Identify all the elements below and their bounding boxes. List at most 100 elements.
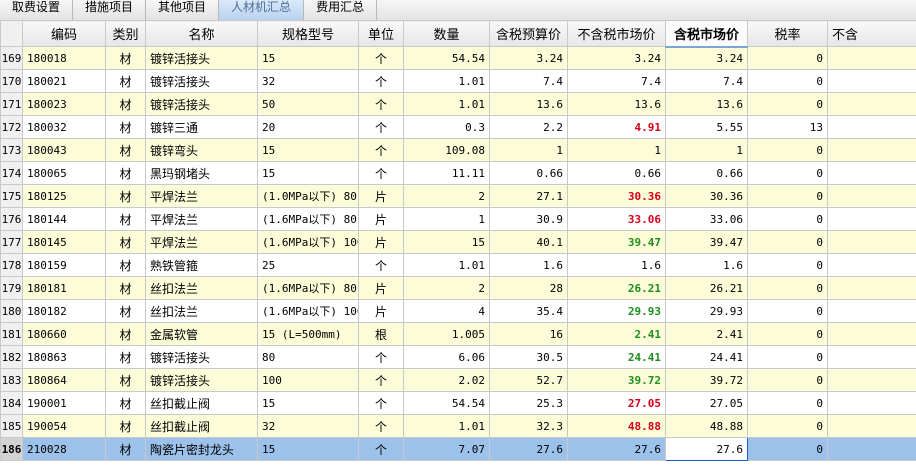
cell-name[interactable]: 平焊法兰 bbox=[145, 207, 258, 231]
cell-tax-rate[interactable]: 0 bbox=[747, 138, 828, 162]
cell-type[interactable]: 材 bbox=[105, 115, 146, 139]
cell-name[interactable]: 金属软管 bbox=[145, 322, 258, 346]
cell-type[interactable]: 材 bbox=[105, 276, 146, 300]
cell-net-market-price[interactable]: 39.72 bbox=[567, 368, 666, 392]
cell-net-market-price[interactable]: 1 bbox=[567, 138, 666, 162]
cell-name[interactable]: 平焊法兰 bbox=[145, 230, 258, 254]
cell-type[interactable]: 材 bbox=[105, 345, 146, 369]
cell-unit[interactable]: 个 bbox=[358, 92, 404, 116]
cell-code[interactable]: 180863 bbox=[22, 345, 106, 369]
col-header-market-price[interactable]: 含税市场价 bbox=[665, 20, 748, 48]
cell-spec[interactable]: (1.6MPa以下) 80 bbox=[257, 276, 359, 300]
row-number[interactable]: 183 bbox=[0, 368, 23, 392]
cell-market-price[interactable]: 7.4 bbox=[665, 69, 748, 93]
row-number[interactable]: 185 bbox=[0, 414, 23, 438]
cell-name[interactable]: 镀锌弯头 bbox=[145, 138, 258, 162]
cell-extra[interactable] bbox=[827, 207, 916, 231]
cell-tax-rate[interactable]: 0 bbox=[747, 368, 828, 392]
cell-extra[interactable] bbox=[827, 184, 916, 208]
table-row[interactable]: 179 180181 材丝扣法兰 (1.6MPa以下) 80 片 2 28 26.21 26.2… bbox=[0, 276, 916, 300]
tab-1[interactable]: 措施项目 bbox=[73, 0, 147, 20]
cell-tax-rate[interactable]: 0 bbox=[747, 69, 828, 93]
col-header-type[interactable]: 类别 bbox=[105, 20, 146, 47]
tab-0[interactable]: 取费设置 bbox=[0, 0, 74, 20]
table-row[interactable]: 178 180159 材熟铁管箍 25 个 1.01 1.6 1.6 1.6 0 bbox=[0, 253, 916, 277]
cell-tax-rate[interactable]: 0 bbox=[747, 345, 828, 369]
cell-type[interactable]: 材 bbox=[105, 437, 146, 461]
cell-net-market-price[interactable]: 0.66 bbox=[567, 161, 666, 185]
cell-quantity[interactable]: 1 bbox=[403, 207, 490, 231]
cell-code[interactable]: 180181 bbox=[22, 276, 106, 300]
cell-market-price[interactable]: 27.05 bbox=[665, 391, 748, 415]
cell-spec[interactable]: 80 bbox=[257, 345, 359, 369]
cell-name[interactable]: 镀锌活接头 bbox=[145, 69, 258, 93]
cell-quantity[interactable]: 109.08 bbox=[403, 138, 490, 162]
cell-spec[interactable]: (1.6MPa以下) 80 bbox=[257, 207, 359, 231]
table-row[interactable]: 181 180660 材金属软管 15 (L=500mm) 根 1.005 16 2.41 2.… bbox=[0, 322, 916, 346]
cell-quantity[interactable]: 54.54 bbox=[403, 391, 490, 415]
cell-code[interactable]: 180144 bbox=[22, 207, 106, 231]
table-row[interactable]: 180 180182 材丝扣法兰 (1.6MPa以下) 100 片 4 35.4 29.93 2… bbox=[0, 299, 916, 323]
cell-code[interactable]: 180182 bbox=[22, 299, 106, 323]
col-header-unit[interactable]: 单位 bbox=[358, 20, 404, 47]
cell-market-price[interactable]: 39.47 bbox=[665, 230, 748, 254]
cell-market-price[interactable]: 26.21 bbox=[665, 276, 748, 300]
tab-4[interactable]: 费用汇总 bbox=[304, 0, 378, 20]
cell-unit[interactable]: 个 bbox=[358, 368, 404, 392]
cell-quantity[interactable]: 1.01 bbox=[403, 414, 490, 438]
cell-quantity[interactable]: 1.01 bbox=[403, 253, 490, 277]
cell-spec[interactable]: 20 bbox=[257, 115, 359, 139]
cell-tax-rate[interactable]: 0 bbox=[747, 92, 828, 116]
cell-quantity[interactable]: 54.54 bbox=[403, 46, 490, 70]
cell-quantity[interactable]: 2 bbox=[403, 276, 490, 300]
cell-extra[interactable] bbox=[827, 437, 916, 461]
cell-market-price[interactable]: 5.55 bbox=[665, 115, 748, 139]
table-row[interactable]: 185 190054 材丝扣截止阀 32 个 1.01 32.3 48.88 48.88 0 bbox=[0, 414, 916, 438]
cell-code[interactable]: 180018 bbox=[22, 46, 106, 70]
cell-unit[interactable]: 个 bbox=[358, 46, 404, 70]
tab-2[interactable]: 其他项目 bbox=[146, 0, 220, 20]
cell-extra[interactable] bbox=[827, 253, 916, 277]
cell-type[interactable]: 材 bbox=[105, 414, 146, 438]
cell-budget-price[interactable]: 27.1 bbox=[489, 184, 568, 208]
cell-name[interactable]: 熟铁管箍 bbox=[145, 253, 258, 277]
cell-name[interactable]: 丝扣法兰 bbox=[145, 276, 258, 300]
cell-type[interactable]: 材 bbox=[105, 92, 146, 116]
row-number[interactable]: 179 bbox=[0, 276, 23, 300]
cell-type[interactable]: 材 bbox=[105, 184, 146, 208]
cell-tax-rate[interactable]: 13 bbox=[747, 115, 828, 139]
cell-name[interactable]: 丝扣法兰 bbox=[145, 299, 258, 323]
row-number[interactable]: 177 bbox=[0, 230, 23, 254]
cell-type[interactable]: 材 bbox=[105, 322, 146, 346]
cell-code[interactable]: 180032 bbox=[22, 115, 106, 139]
cell-extra[interactable] bbox=[827, 69, 916, 93]
cell-market-price[interactable]: 48.88 bbox=[665, 414, 748, 438]
table-row[interactable]: 173 180043 材镀锌弯头 15 个 109.08 1 1 1 0 bbox=[0, 138, 916, 162]
cell-tax-rate[interactable]: 0 bbox=[747, 276, 828, 300]
row-number[interactable]: 174 bbox=[0, 161, 23, 185]
cell-code[interactable]: 180065 bbox=[22, 161, 106, 185]
cell-unit[interactable]: 个 bbox=[358, 138, 404, 162]
cell-type[interactable]: 材 bbox=[105, 138, 146, 162]
cell-type[interactable]: 材 bbox=[105, 299, 146, 323]
col-header-name[interactable]: 名称 bbox=[145, 20, 258, 47]
cell-unit[interactable]: 个 bbox=[358, 437, 404, 461]
row-number[interactable]: 184 bbox=[0, 391, 23, 415]
cell-unit[interactable]: 片 bbox=[358, 299, 404, 323]
col-header-spec[interactable]: 规格型号 bbox=[257, 20, 359, 47]
cell-market-price[interactable]: 2.41 bbox=[665, 322, 748, 346]
cell-spec[interactable]: 50 bbox=[257, 92, 359, 116]
cell-market-price[interactable]: 24.41 bbox=[665, 345, 748, 369]
cell-tax-rate[interactable]: 0 bbox=[747, 437, 828, 461]
cell-spec[interactable]: 15 bbox=[257, 46, 359, 70]
cell-extra[interactable] bbox=[827, 161, 916, 185]
table-row[interactable]: 174 180065 材黑玛钢堵头 15 个 11.11 0.66 0.66 0.66 0 bbox=[0, 161, 916, 185]
col-header-corner[interactable] bbox=[0, 20, 23, 47]
table-row[interactable]: 171 180023 材镀锌活接头 50 个 1.01 13.6 13.6 13.6 0 bbox=[0, 92, 916, 116]
cell-net-market-price[interactable]: 39.47 bbox=[567, 230, 666, 254]
cell-quantity[interactable]: 0.3 bbox=[403, 115, 490, 139]
table-row[interactable]: 175 180125 材平焊法兰 (1.0MPa以下) 80 片 2 27.1 30.36 30… bbox=[0, 184, 916, 208]
cell-type[interactable]: 材 bbox=[105, 368, 146, 392]
cell-budget-price[interactable]: 3.24 bbox=[489, 46, 568, 70]
cell-code[interactable]: 180145 bbox=[22, 230, 106, 254]
